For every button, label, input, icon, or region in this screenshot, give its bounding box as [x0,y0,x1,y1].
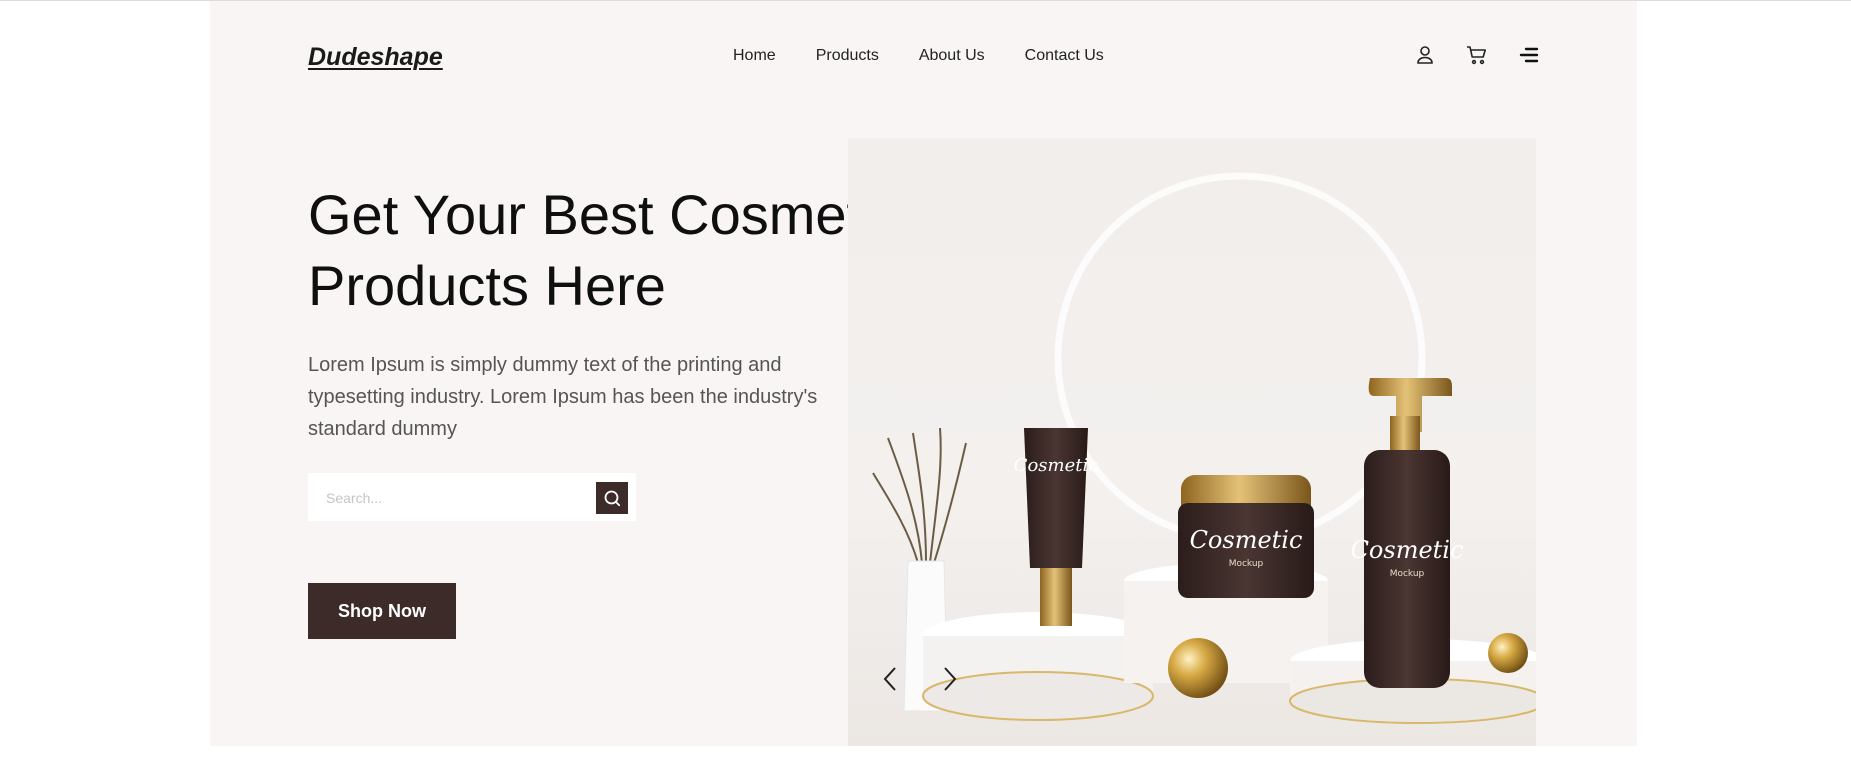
header-actions [1413,43,1569,67]
chevron-right-icon [944,667,957,691]
bottle-sublabel: Mockup [1390,569,1425,579]
cart-icon[interactable] [1465,43,1489,67]
search-input[interactable] [324,473,588,523]
hero-title-line1: Get Your Best Cosmetic [308,183,903,246]
jar-label: Cosmetic [1190,526,1303,554]
hero-description: Lorem Ipsum is simply dummy text of the … [308,354,818,440]
nav-home[interactable]: Home [733,47,776,65]
slider-prev-button[interactable] [880,665,902,693]
nav-contact-us[interactable]: Contact Us [1025,47,1104,65]
hero-product-image: Cosmetic Cosmetic Mockup Cosmetic Mockup [848,138,1536,746]
jar-sublabel: Mockup [1229,559,1264,569]
chevron-left-icon [883,667,896,691]
tube-label: Cosmetic [1014,455,1099,476]
nav-about-us[interactable]: About Us [919,47,985,65]
cosmetic-products-illustration: Cosmetic Cosmetic Mockup Cosmetic Mockup [872,172,1536,724]
bottle-label: Cosmetic [1351,536,1464,564]
shop-now-button[interactable]: Shop Now [308,583,456,639]
hero-section: Dudeshape Home Products About Us Contact… [210,1,1637,746]
hero-title-line2: Products Here [308,254,666,317]
search-button[interactable] [596,482,628,514]
menu-icon[interactable] [1517,43,1541,67]
user-icon[interactable] [1413,43,1437,67]
slider-next-button[interactable] [938,665,960,693]
brand-logo[interactable]: Dudeshape [308,43,443,72]
search-bar [308,473,636,523]
search-icon [604,490,621,507]
nav-products[interactable]: Products [816,47,879,65]
main-nav: Home Products About Us Contact Us [733,47,1144,65]
